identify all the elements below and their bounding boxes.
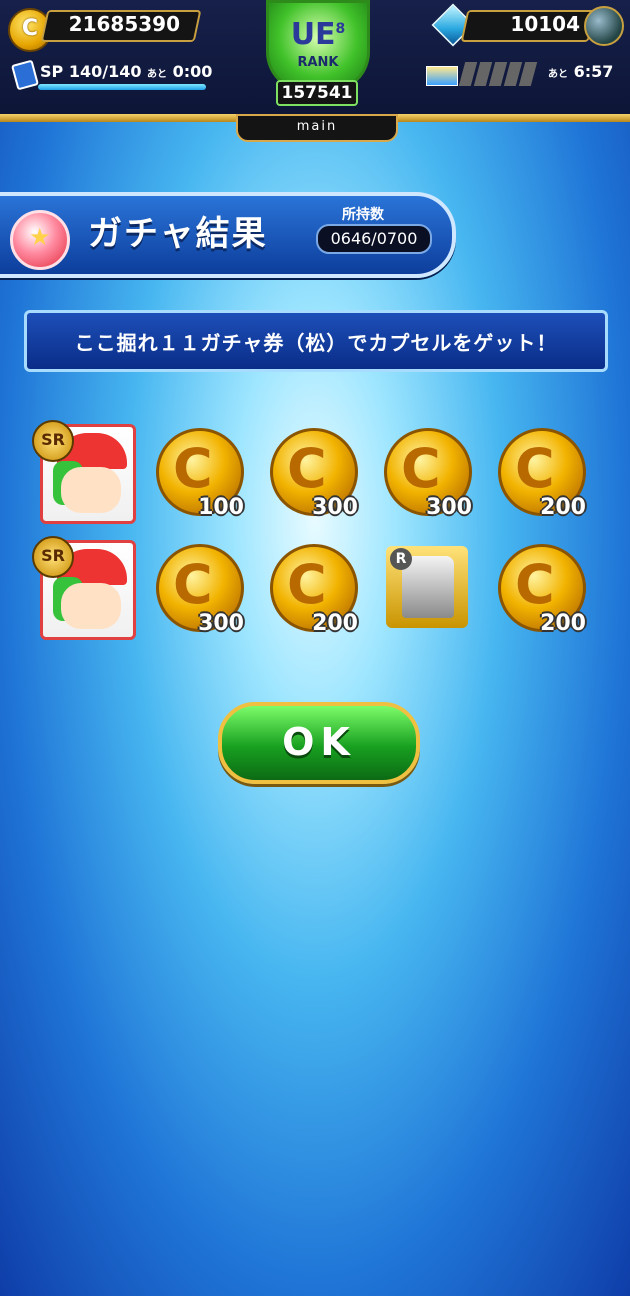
coin-amount: 300 [426, 495, 472, 520]
coin-amount: 200 [540, 611, 586, 636]
stamina-time: 6:57 [573, 62, 614, 81]
coin-amount: 200 [312, 611, 358, 636]
sp-status: SP 140/140 あと 0:00 [40, 62, 212, 81]
stamina-gauge [458, 62, 542, 88]
rarity-badge: R [390, 548, 412, 570]
gem-count: 10104 [510, 12, 580, 36]
rank-shield-icon: UE8 RANK [266, 0, 370, 92]
result-coin-item[interactable]: C 200 [492, 540, 588, 636]
rank-emblem[interactable]: UE8 RANK 157541 [238, 0, 392, 112]
coin-amount: 100 [198, 495, 244, 520]
owned-label: 所持数 [342, 207, 384, 223]
owned-count: 0646/0700 [316, 224, 432, 254]
capsule-icon: ★ [10, 210, 70, 270]
sp-remaining-label: あと [147, 69, 168, 80]
result-character-card[interactable]: SR [32, 420, 136, 524]
coin-count: 21685390 [68, 12, 180, 36]
sp-gauge-fill [38, 84, 206, 90]
sp-timer: 0:00 [172, 62, 213, 81]
page-title: ガチャ結果 [88, 214, 268, 254]
sp-value: 140/140 [68, 62, 142, 81]
result-coin-item[interactable]: C 200 [264, 540, 360, 636]
result-coin-item[interactable]: C 300 [378, 424, 474, 520]
coin-amount: 300 [312, 495, 358, 520]
result-coin-item[interactable]: C 100 [150, 424, 246, 520]
result-coin-item[interactable]: C 200 [492, 424, 588, 520]
rarity-badge: SR [32, 536, 74, 578]
rank-badge-number: 8 [335, 21, 346, 37]
result-trophy-item[interactable]: R [378, 540, 474, 636]
mode-tab[interactable]: main [236, 114, 398, 142]
result-character-card[interactable]: SR [32, 536, 136, 640]
rank-label: RANK [297, 55, 339, 70]
ok-button[interactable]: OK [218, 702, 420, 784]
result-coin-item[interactable]: C 300 [150, 540, 246, 636]
rank-badge: UE8 [269, 17, 367, 52]
rarity-badge: SR [32, 420, 74, 462]
ok-button-label: OK [282, 720, 356, 764]
result-coin-item[interactable]: C 300 [264, 424, 360, 520]
result-message: ここ掘れ１１ガチャ券（松）でカプセルをゲット！ [74, 331, 558, 355]
coin-amount: 200 [540, 495, 586, 520]
sp-label: SP [40, 62, 64, 81]
rank-badge-text: UE [290, 17, 336, 52]
gem-shop-orb-icon[interactable] [584, 6, 624, 46]
rank-value: 157541 [276, 80, 358, 106]
coin-amount: 300 [198, 611, 244, 636]
result-message-banner: ここ掘れ１１ガチャ券（松）でカプセルをゲット！ [24, 310, 608, 372]
stamina-segment [518, 62, 538, 86]
trophy-icon: R [386, 546, 468, 628]
sp-gauge [38, 84, 206, 90]
stamina-timer: あと 6:57 [548, 62, 613, 81]
stamina-remaining-label: あと [548, 69, 568, 80]
ticket-icon [426, 66, 458, 86]
